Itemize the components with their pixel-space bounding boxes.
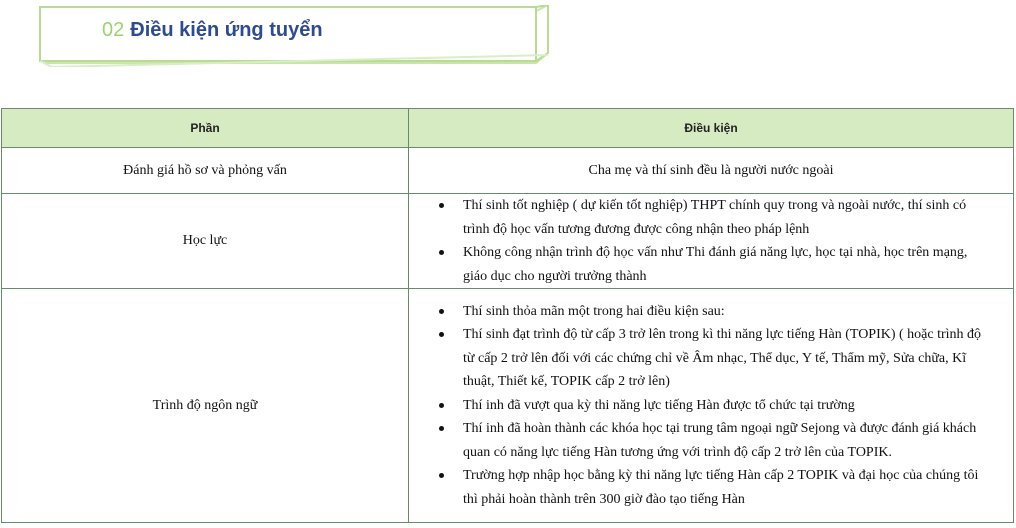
column-header-condition: Điều kiện — [408, 108, 1014, 148]
table-header-row: Phần Điều kiện — [1, 108, 1014, 148]
section-heading: Điều kiện ứng tuyển — [130, 19, 323, 41]
table-row: Học lực Thí sinh tốt nghiệp ( dự kiến tố… — [1, 193, 1014, 289]
row-label: Trình độ ngôn ngữ — [1, 288, 409, 523]
list-item: Không công nhận trình độ học vấn như Thi… — [437, 241, 983, 288]
section-title-box: 02 Điều kiện ứng tuyển — [38, 5, 550, 67]
list-item: Thí sinh thỏa mãn một trong hai điều kiệ… — [437, 300, 983, 324]
list-item: Trường hợp nhập học bằng kỳ thi năng lực… — [437, 464, 983, 511]
list-item: Thí inh đã vượt qua kỳ thi năng lực tiến… — [437, 394, 983, 418]
row-label: Đánh giá hồ sơ và phỏng vấn — [1, 147, 409, 194]
table-row: Trình độ ngôn ngữ Thí sinh thỏa mãn một … — [1, 288, 1014, 523]
section-number: 02 — [102, 19, 125, 41]
list-item: Thí sinh tốt nghiệp ( dự kiến tốt nghiệp… — [437, 194, 983, 241]
list-item: Thí inh đã hoàn thành các khóa học tại t… — [437, 417, 983, 464]
table-row: Đánh giá hồ sơ và phỏng vấn Cha mẹ và th… — [1, 147, 1014, 194]
section-title: 02 Điều kiện ứng tuyển — [102, 19, 323, 42]
row-condition-text: Cha mẹ và thí sinh đều là người nước ngo… — [408, 147, 1014, 194]
row-condition-list: Thí sinh thỏa mãn một trong hai điều kiệ… — [408, 288, 1014, 523]
row-label: Học lực — [1, 193, 409, 289]
column-header-section: Phần — [1, 108, 409, 148]
conditions-table: Phần Điều kiện Đánh giá hồ sơ và phỏng v… — [1, 108, 1014, 523]
row-condition-list: Thí sinh tốt nghiệp ( dự kiến tốt nghiệp… — [408, 193, 1014, 289]
list-item: Thí sinh đạt trình độ từ cấp 3 trở lên t… — [437, 323, 983, 394]
